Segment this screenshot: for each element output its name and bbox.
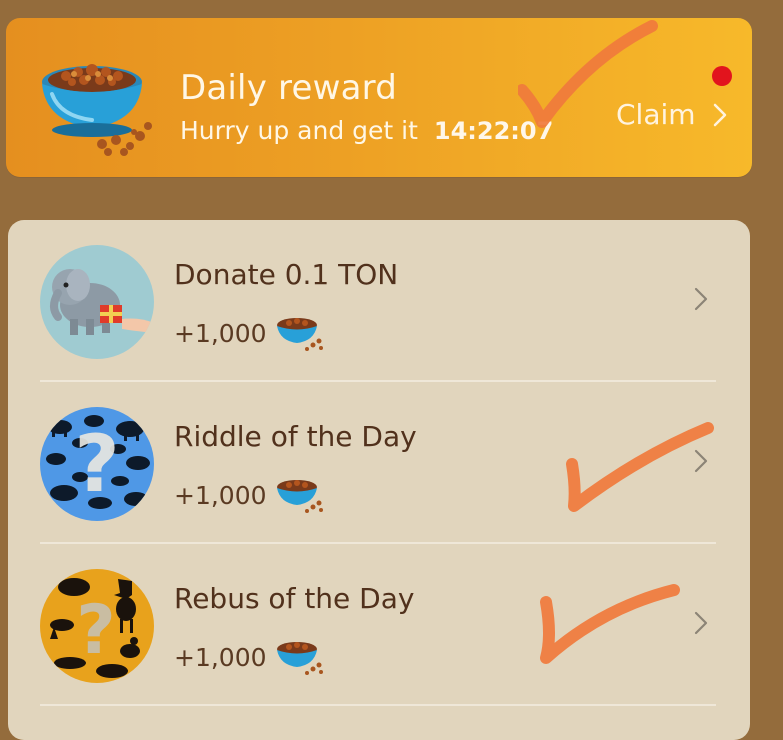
task-title: Riddle of the Day <box>174 420 417 453</box>
svg-text:?: ? <box>76 591 115 670</box>
task-row-rebus[interactable]: ? Rebus of the Day +1,000 <box>8 544 750 706</box>
task-row-donate[interactable]: Donate 0.1 TON +1,000 <box>8 220 750 382</box>
pet-food-bowl-icon <box>276 318 323 351</box>
claim-button[interactable]: Claim <box>616 98 728 131</box>
daily-reward-subtitle-row: Hurry up and get it 14:22:07 <box>180 116 553 145</box>
tasks-list: Donate 0.1 TON +1,000 ? Riddle of the Da… <box>8 220 750 740</box>
task-title: Donate 0.1 TON <box>174 258 399 291</box>
reward-amount: +1,000 <box>174 642 267 672</box>
elephant-gift-icon <box>40 245 154 359</box>
chevron-right-icon <box>713 103 726 126</box>
task-reward: +1,000 <box>174 475 327 515</box>
pet-food-bowl-icon <box>42 64 152 156</box>
pet-food-bowl-icon <box>276 480 323 513</box>
task-reward: +1,000 <box>174 637 327 677</box>
animal-silhouettes-question-icon: ? <box>40 407 154 521</box>
notification-dot <box>712 66 732 86</box>
daily-reward-banner[interactable]: Daily reward Hurry up and get it 14:22:0… <box>6 18 752 177</box>
task-reward: +1,000 <box>174 313 327 353</box>
divider <box>40 704 716 706</box>
reward-amount: +1,000 <box>174 318 267 348</box>
task-row-riddle[interactable]: ? Riddle of the Day +1,000 <box>8 382 750 544</box>
svg-text:?: ? <box>74 420 119 510</box>
chevron-right-icon <box>694 287 708 311</box>
chevron-right-icon <box>694 449 708 473</box>
reward-amount: +1,000 <box>174 480 267 510</box>
pet-food-bowl-icon <box>276 642 323 675</box>
countdown-timer: 14:22:07 <box>433 117 554 145</box>
chevron-right-icon <box>694 611 708 635</box>
daily-reward-subtitle: Hurry up and get it <box>180 116 418 145</box>
task-title: Rebus of the Day <box>174 582 415 615</box>
forest-animals-question-icon: ? <box>40 569 154 683</box>
daily-reward-title: Daily reward <box>180 68 397 108</box>
claim-label: Claim <box>616 98 696 131</box>
